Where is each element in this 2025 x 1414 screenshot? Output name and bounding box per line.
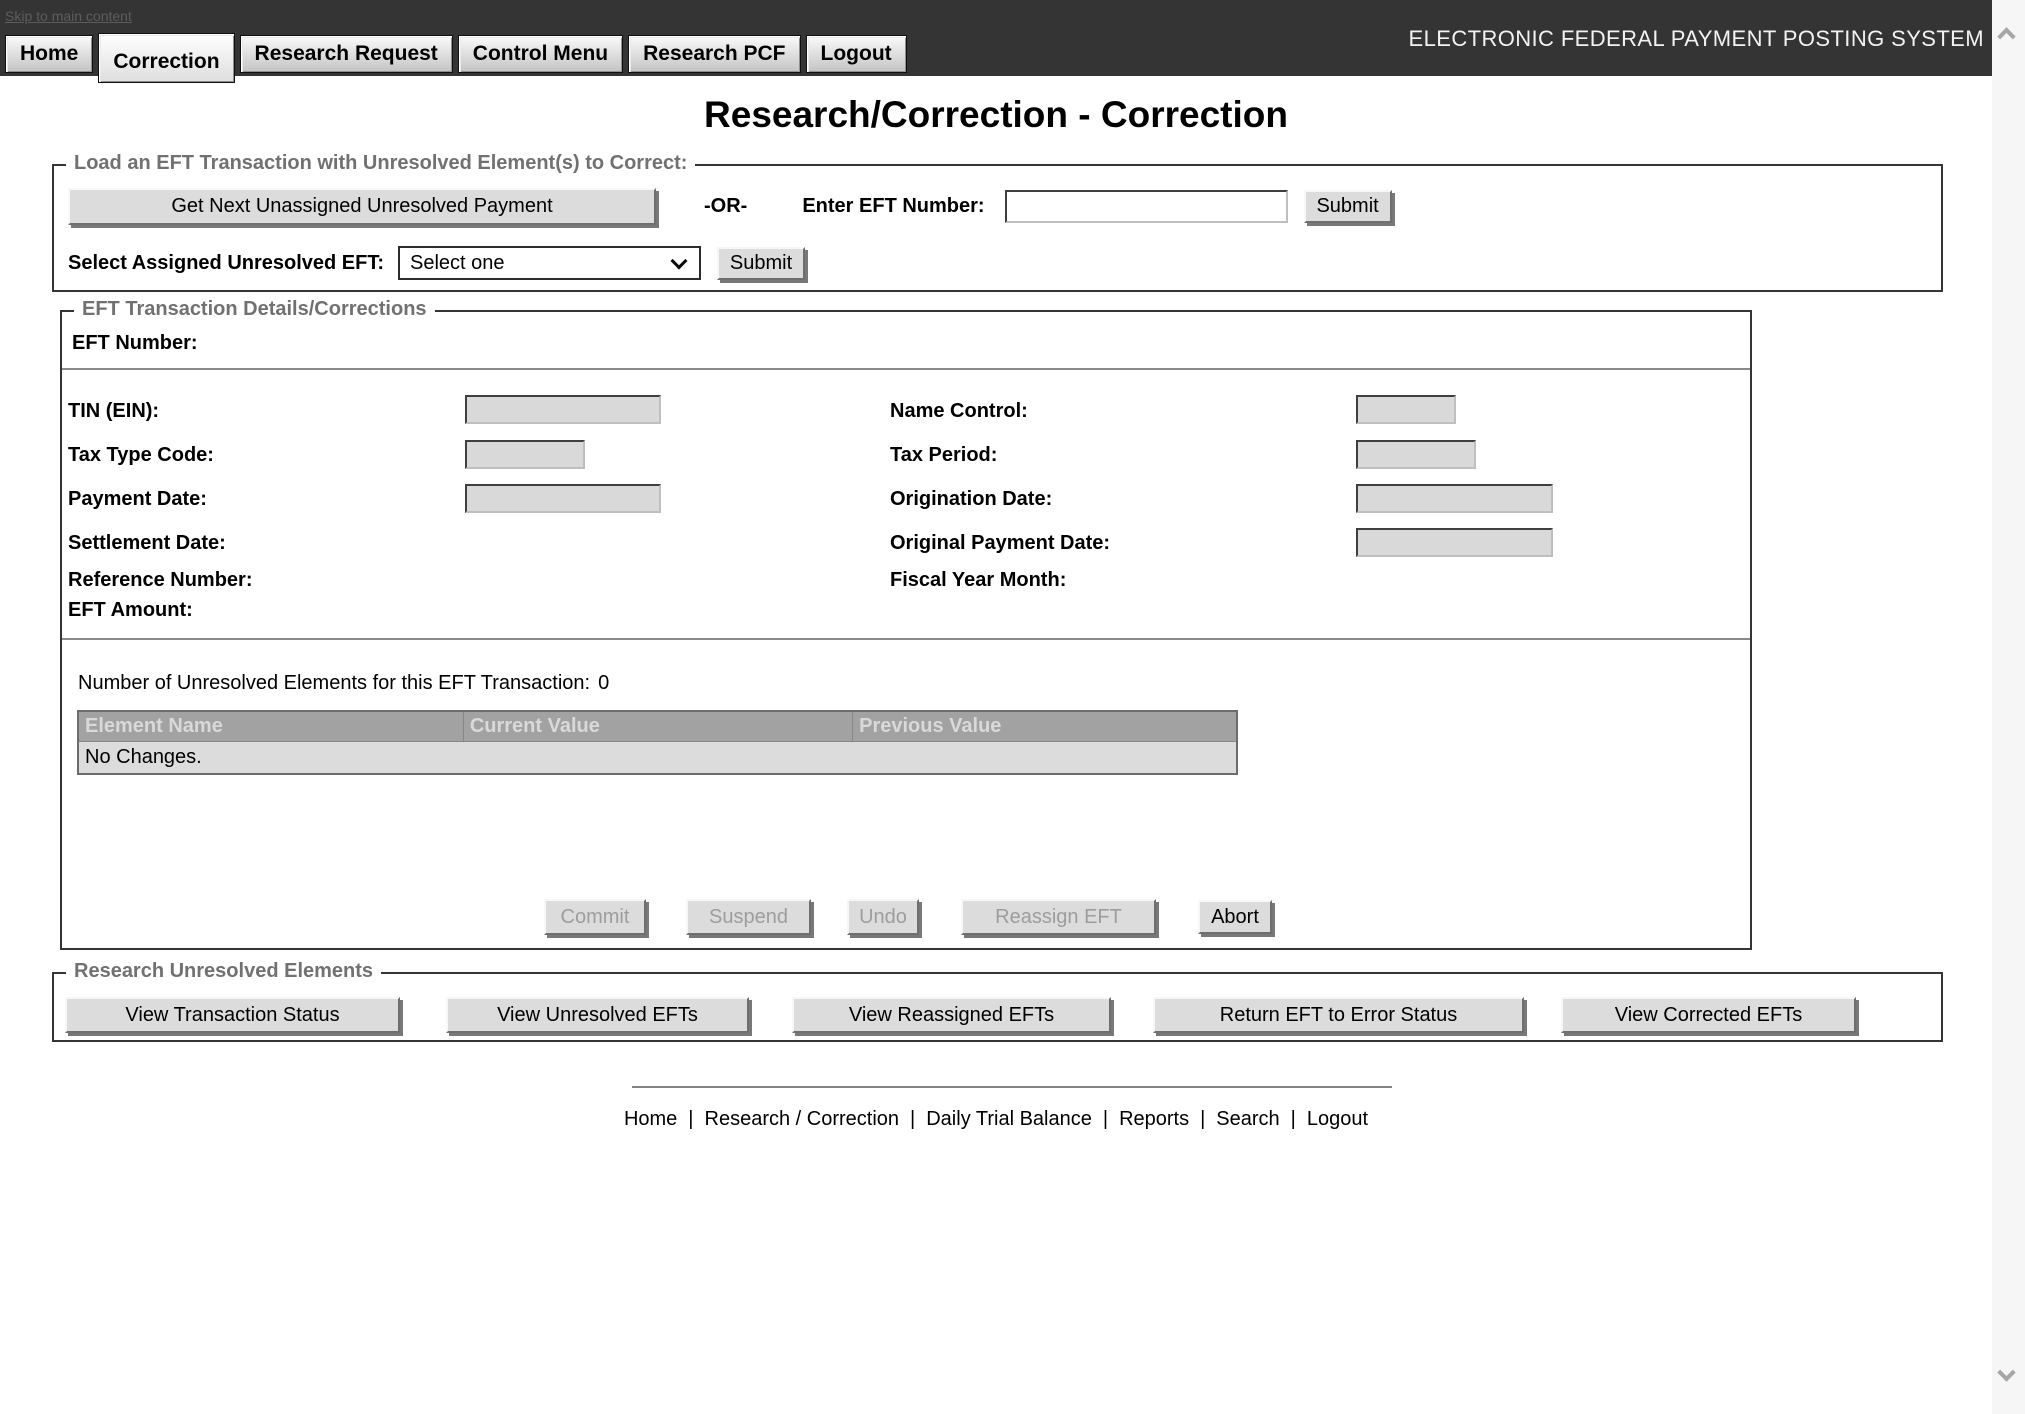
origination-date-label: Origination Date: (890, 488, 1053, 510)
system-title: ELECTRONIC FEDERAL PAYMENT POSTING SYSTE… (1408, 26, 1984, 51)
payment-date-input[interactable] (465, 484, 661, 513)
original-payment-date-input[interactable] (1356, 528, 1553, 557)
col-header-previous-value: Previous Value (852, 710, 1238, 742)
changes-table-header-row: Element Name Current Value Previous Valu… (77, 710, 1238, 742)
load-eft-section: Load an EFT Transaction with Unresolved … (52, 152, 1943, 292)
undo-button[interactable]: Undo (847, 899, 919, 935)
fiscal-year-month-label: Fiscal Year Month: (890, 569, 1067, 591)
select-assigned-eft-label: Select Assigned Unresolved EFT: (68, 251, 385, 274)
research-unresolved-legend: Research Unresolved Elements (66, 960, 382, 983)
research-unresolved-section: Research Unresolved Elements View Transa… (52, 960, 1943, 1042)
enter-eft-number-label: Enter EFT Number: (802, 195, 985, 217)
payment-date-label: Payment Date: (68, 488, 207, 510)
name-control-label: Name Control: (890, 400, 1028, 422)
divider (62, 638, 1750, 640)
footer-link-search[interactable]: Search (1216, 1108, 1279, 1130)
tin-input[interactable] (465, 395, 661, 424)
no-changes-cell: No Changes. (77, 741, 1238, 775)
tax-period-input[interactable] (1356, 440, 1476, 469)
footer-separator: | (910, 1108, 916, 1130)
assigned-unresolved-eft-select[interactable]: Select one (398, 246, 702, 280)
footer-separator: | (1102, 1108, 1109, 1130)
footer-link-daily-trial-balance[interactable]: Daily Trial Balance (926, 1108, 1092, 1130)
load-eft-row-2: Select Assigned Unresolved EFT: Select o… (68, 246, 806, 280)
commit-button[interactable]: Commit (544, 899, 646, 935)
footer-link-home[interactable]: Home (624, 1108, 677, 1130)
eft-number-input[interactable] (1004, 190, 1288, 223)
col-header-current-value: Current Value (462, 710, 854, 742)
suspend-button[interactable]: Suspend (686, 899, 811, 935)
view-transaction-status-button[interactable]: View Transaction Status (65, 997, 400, 1033)
chevron-down-icon (670, 252, 688, 270)
tab-correction[interactable]: Correction (98, 33, 235, 83)
footer-link-reports[interactable]: Reports (1119, 1108, 1189, 1130)
assigned-eft-selected-option: Select one (410, 251, 505, 274)
tab-control-menu[interactable]: Control Menu (457, 35, 624, 73)
tab-research-pcf[interactable]: Research PCF (628, 35, 801, 73)
footer-separator: | (1290, 1108, 1296, 1130)
unresolved-count-value: 0 (598, 672, 610, 694)
nav-tabs: Home Correction Research Request Control… (5, 0, 907, 83)
scroll-down-icon[interactable] (1997, 1363, 2016, 1382)
page: Skip to main content Home Correction Res… (0, 0, 2025, 1414)
view-corrected-efts-button[interactable]: View Corrected EFTs (1561, 997, 1856, 1033)
footer-link-research-correction[interactable]: Research / Correction (705, 1108, 900, 1130)
name-control-input[interactable] (1356, 395, 1456, 424)
tax-period-label: Tax Period: (890, 444, 998, 466)
page-title: Research/Correction - Correction (704, 94, 1288, 135)
table-row: No Changes. (77, 741, 1238, 775)
footer-separator: | (688, 1108, 694, 1130)
tab-logout[interactable]: Logout (805, 35, 907, 73)
reference-number-label: Reference Number: (68, 569, 253, 591)
get-next-unresolved-payment-button[interactable]: Get Next Unassigned Unresolved Payment (68, 188, 656, 225)
tab-home[interactable]: Home (5, 35, 94, 73)
eft-number-label: EFT Number: (72, 332, 198, 354)
load-eft-legend: Load an EFT Transaction with Unresolved … (66, 152, 696, 175)
footer-links: Home | Research / Correction | Daily Trial B… (0, 1108, 1992, 1131)
footer-separator: | (1200, 1108, 1206, 1130)
footer-link-logout[interactable]: Logout (1307, 1108, 1368, 1130)
abort-button[interactable]: Abort (1198, 900, 1272, 934)
tax-type-code-label: Tax Type Code: (68, 444, 214, 466)
view-unresolved-efts-button[interactable]: View Unresolved EFTs (446, 997, 749, 1033)
footer-divider (632, 1086, 1392, 1088)
eft-details-legend: EFT Transaction Details/Corrections (74, 298, 435, 321)
scroll-up-icon[interactable] (1997, 27, 2016, 46)
tin-label: TIN (EIN): (68, 400, 160, 422)
tab-research-request[interactable]: Research Request (239, 35, 453, 73)
assigned-eft-submit-button[interactable]: Submit (717, 246, 806, 280)
col-header-element-name: Element Name (77, 710, 464, 742)
changes-table: Element Name Current Value Previous Valu… (77, 710, 1238, 775)
return-eft-to-error-status-button[interactable]: Return EFT to Error Status (1153, 997, 1524, 1033)
top-nav-bar: Skip to main content Home Correction Res… (0, 0, 1992, 83)
origination-date-input[interactable] (1356, 484, 1553, 513)
eft-amount-label: EFT Amount: (68, 599, 193, 621)
eft-details-section: EFT Transaction Details/Corrections EFT … (60, 298, 1752, 950)
load-eft-row-1: Get Next Unassigned Unresolved Payment -… (68, 188, 1392, 225)
tax-type-code-input[interactable] (465, 440, 585, 469)
original-payment-date-label: Original Payment Date: (890, 532, 1111, 554)
view-reassigned-efts-button[interactable]: View Reassigned EFTs (792, 997, 1111, 1033)
or-text: -OR- (704, 195, 748, 217)
eft-number-submit-button[interactable]: Submit (1303, 190, 1392, 223)
unresolved-count-label: Number of Unresolved Elements for this E… (78, 672, 591, 694)
reassign-eft-button[interactable]: Reassign EFT (961, 899, 1156, 935)
vertical-scrollbar[interactable] (1992, 0, 2025, 1414)
settlement-date-label: Settlement Date: (68, 532, 226, 554)
divider (62, 368, 1750, 370)
unresolved-count-line: Number of Unresolved Elements for this E… (78, 672, 609, 695)
